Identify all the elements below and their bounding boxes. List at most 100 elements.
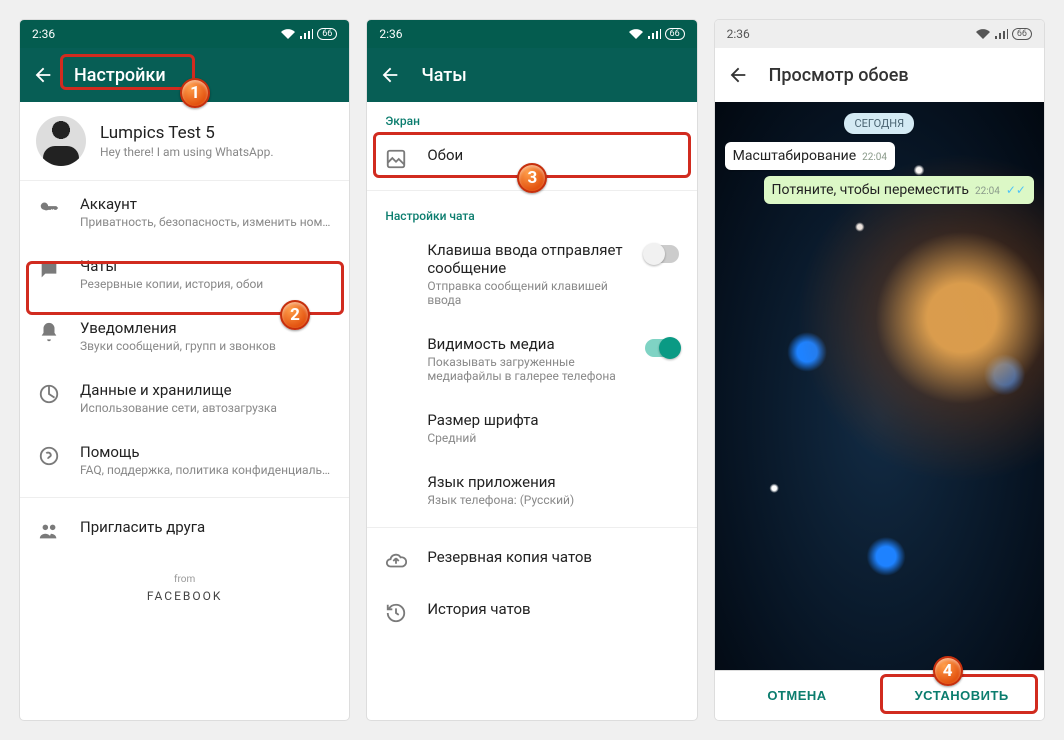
battery-indicator: 66 (665, 28, 685, 40)
row-sub: Язык телефона: (Русский) (427, 493, 678, 507)
settings-data[interactable]: Данные и хранилище Использование сети, а… (20, 367, 349, 429)
history-icon (385, 602, 407, 624)
row-title: Обои (427, 146, 678, 164)
read-ticks-icon: ✓✓ (1006, 183, 1026, 197)
message-outgoing: Потяните, чтобы переместить 22:04 ✓✓ (764, 176, 1034, 204)
data-icon (38, 383, 60, 405)
status-bar: 2:36 66 (367, 20, 696, 48)
brand-footer: from FACEBOOK (20, 556, 349, 621)
message-incoming: Масштабирование 22:04 (725, 142, 895, 170)
row-title: Помощь (80, 443, 331, 461)
cancel-button[interactable]: ОТМЕНА (715, 671, 880, 720)
row-title: Язык приложения (427, 473, 678, 491)
section-chat: Настройки чата (367, 197, 696, 227)
divider (367, 527, 696, 528)
battery-indicator: 66 (317, 28, 337, 40)
divider (20, 497, 349, 498)
row-title: Чаты (80, 257, 331, 275)
app-bar: Просмотр обоев (715, 48, 1044, 102)
divider (367, 190, 696, 191)
settings-help[interactable]: Помощь FAQ, поддержка, политика конфиден… (20, 429, 349, 491)
message-text: Потяните, чтобы переместить (772, 182, 969, 198)
row-title: Аккаунт (80, 195, 331, 213)
chats-media-visibility[interactable]: Видимость медиа Показывать загруженные м… (367, 321, 696, 397)
message-text: Масштабирование (733, 148, 856, 164)
profile-name: Lumpics Test 5 (100, 123, 274, 143)
invite-icon (38, 520, 60, 542)
back-icon[interactable] (727, 64, 749, 86)
set-button[interactable]: УСТАНОВИТЬ (879, 671, 1044, 720)
spacer-icon (385, 243, 407, 265)
chats-font-size[interactable]: Размер шрифта Средний (367, 397, 696, 459)
row-sub: Звуки сообщений, групп и звонков (80, 339, 331, 353)
row-title: Пригласить друга (80, 518, 331, 536)
chats-enter-send[interactable]: Клавиша ввода отправляет сообщение Отпра… (367, 227, 696, 321)
signal-icon (647, 29, 661, 39)
wifi-icon (976, 29, 990, 39)
settings-account[interactable]: Аккаунт Приватность, безопасность, измен… (20, 181, 349, 243)
signal-icon (299, 29, 313, 39)
spacer-icon (385, 413, 407, 435)
page-title: Просмотр обоев (769, 65, 909, 86)
status-bar: 2:36 66 (715, 20, 1044, 48)
row-sub: FAQ, поддержка, политика конфиденциальн.… (80, 463, 331, 477)
row-title: Уведомления (80, 319, 331, 337)
message-time: 22:04 (862, 152, 887, 163)
spacer-icon (385, 475, 407, 497)
from-label: from (20, 574, 349, 585)
page-title: Настройки (74, 65, 166, 86)
section-display: Экран (367, 102, 696, 132)
profile-row[interactable]: Lumpics Test 5 Hey there! I am using Wha… (20, 102, 349, 181)
row-title: Резервная копия чатов (427, 548, 678, 566)
wallpaper-icon (385, 148, 407, 170)
status-icons: 66 (281, 28, 337, 40)
app-bar: Чаты (367, 48, 696, 102)
message-time: 22:04 (975, 186, 1000, 197)
status-time: 2:36 (32, 27, 55, 41)
status-icons: 66 (976, 28, 1032, 40)
cloud-upload-icon (385, 550, 407, 572)
settings-invite[interactable]: Пригласить друга (20, 504, 349, 556)
status-time: 2:36 (379, 27, 402, 41)
settings-chats[interactable]: Чаты Резервные копии, история, обои (20, 243, 349, 305)
app-bar: Настройки (20, 48, 349, 102)
toggle-enter-send[interactable] (645, 245, 679, 263)
status-bar: 2:36 66 (20, 20, 349, 48)
wifi-icon (629, 29, 643, 39)
status-icons: 66 (629, 28, 685, 40)
row-sub: Использование сети, автозагрузка (80, 401, 331, 415)
toggle-media-visibility[interactable] (645, 339, 679, 357)
chats-language[interactable]: Язык приложения Язык телефона: (Русский) (367, 459, 696, 521)
chats-backup[interactable]: Резервная копия чатов (367, 534, 696, 586)
action-bar: ОТМЕНА УСТАНОВИТЬ (715, 670, 1044, 720)
brand-label: FACEBOOK (20, 589, 349, 603)
spacer-icon (385, 337, 407, 359)
row-sub: Показывать загруженные медиафайлы в гале… (427, 355, 624, 383)
phone-chats-settings: 2:36 66 Чаты Экран Обои Настройки чата К… (367, 20, 696, 720)
page-title: Чаты (421, 65, 466, 86)
back-icon[interactable] (32, 64, 54, 86)
battery-indicator: 66 (1012, 28, 1032, 40)
profile-status: Hey there! I am using WhatsApp. (100, 145, 274, 159)
row-sub: Средний (427, 431, 678, 445)
date-chip: СЕГОДНЯ (844, 113, 914, 134)
row-title: Данные и хранилище (80, 381, 331, 399)
chats-history[interactable]: История чатов (367, 586, 696, 638)
bell-icon (38, 321, 60, 343)
signal-icon (994, 29, 1008, 39)
row-title: История чатов (427, 600, 678, 618)
settings-notifications[interactable]: Уведомления Звуки сообщений, групп и зво… (20, 305, 349, 367)
row-sub: Резервные копии, история, обои (80, 277, 331, 291)
phone-wallpaper-preview: 2:36 66 Просмотр обоев СЕГОДНЯ Масштабир… (715, 20, 1044, 720)
chats-wallpaper[interactable]: Обои (367, 132, 696, 184)
phone-settings: 2:36 66 Настройки Lumpics Test 5 Hey the… (20, 20, 349, 720)
avatar (36, 116, 86, 166)
row-title: Видимость медиа (427, 335, 624, 353)
key-icon (38, 197, 60, 219)
wallpaper-preview[interactable]: СЕГОДНЯ Масштабирование 22:04 Потяните, … (715, 102, 1044, 670)
row-title: Клавиша ввода отправляет сообщение (427, 241, 624, 277)
row-sub: Приватность, безопасность, изменить номе… (80, 215, 331, 229)
row-sub: Отправка сообщений клавишей ввода (427, 279, 624, 307)
back-icon[interactable] (379, 64, 401, 86)
help-icon (38, 445, 60, 467)
